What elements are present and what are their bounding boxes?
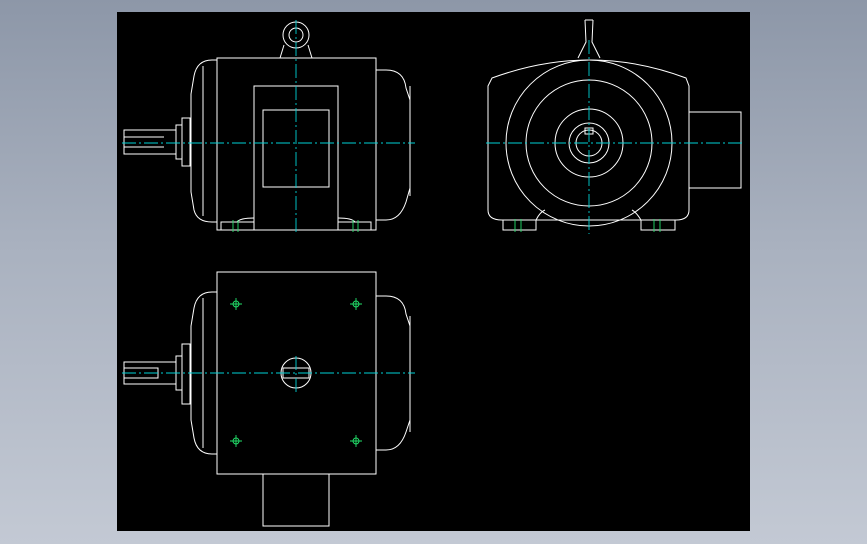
drawing-canvas[interactable]	[117, 12, 750, 531]
cad-viewer-window	[0, 0, 867, 544]
motor-drawing	[122, 19, 744, 527]
top-shaft	[123, 343, 191, 405]
top-view	[122, 271, 415, 527]
front-end-cap-right	[376, 69, 411, 221]
front-shaft	[123, 117, 191, 167]
front-view	[122, 20, 415, 232]
side-terminal-box	[689, 111, 742, 189]
front-body	[216, 57, 377, 231]
bolt-holes	[230, 298, 362, 447]
side-view	[486, 19, 744, 234]
top-terminal-box	[262, 473, 330, 527]
side-housing	[487, 59, 690, 221]
front-end-cap-left	[190, 59, 217, 223]
